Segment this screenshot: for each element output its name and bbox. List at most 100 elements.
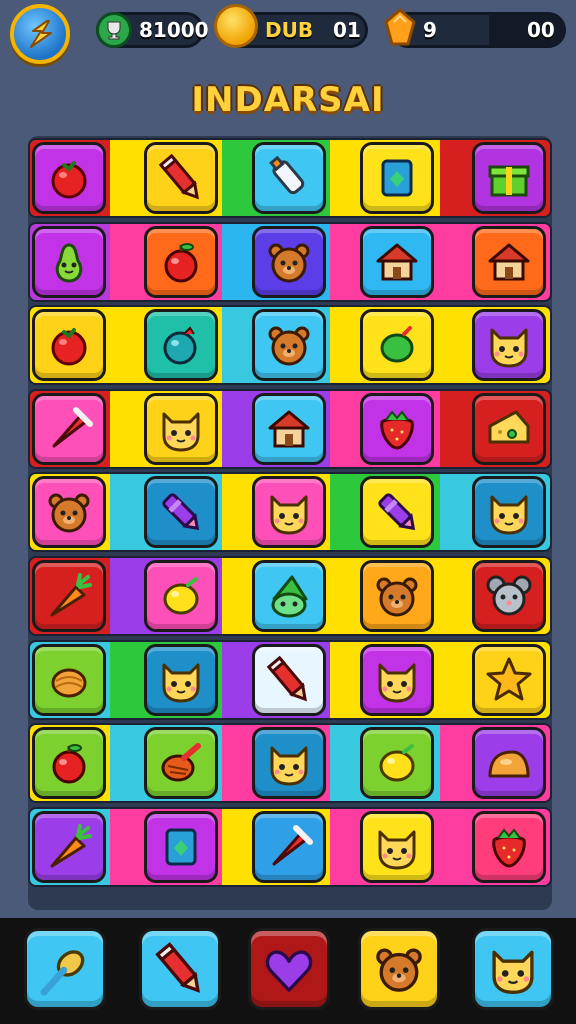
- trophy-icon: [96, 12, 132, 48]
- game-tile[interactable]: [252, 727, 326, 799]
- board-row: [28, 807, 552, 887]
- game-tile[interactable]: [252, 560, 326, 632]
- crayon-icon: [378, 493, 416, 531]
- game-tile[interactable]: [252, 309, 326, 381]
- game-tile[interactable]: [360, 811, 434, 883]
- game-tile[interactable]: [472, 560, 546, 632]
- pear-icon: [55, 243, 83, 283]
- game-tile[interactable]: [144, 727, 218, 799]
- game-tile[interactable]: [144, 226, 218, 298]
- cat-icon: [378, 663, 416, 703]
- cone-icon: [52, 407, 93, 448]
- game-tile[interactable]: [252, 226, 326, 298]
- bear-icon: [48, 493, 90, 533]
- box-icon: [165, 828, 197, 866]
- apple-icon: [164, 243, 198, 283]
- cheese-icon: [488, 410, 530, 444]
- heart-icon: [265, 950, 313, 992]
- game-tile[interactable]: [32, 560, 106, 632]
- tomato-icon: [51, 328, 87, 366]
- gem-value: 9: [423, 18, 437, 42]
- game-tile[interactable]: [144, 644, 218, 716]
- game-tile[interactable]: [472, 644, 546, 716]
- pencil-icon: [158, 153, 199, 200]
- game-tile[interactable]: [144, 560, 218, 632]
- game-tile[interactable]: [144, 142, 218, 214]
- cat-icon: [490, 495, 528, 535]
- game-tile[interactable]: [32, 811, 106, 883]
- game-tile[interactable]: [472, 309, 546, 381]
- gem-icon: [380, 8, 420, 48]
- bottom-dock: [0, 918, 576, 1024]
- game-tile[interactable]: [144, 811, 218, 883]
- game-tile[interactable]: [360, 644, 434, 716]
- crayon-icon: [162, 493, 200, 531]
- game-tile[interactable]: [252, 142, 326, 214]
- back-button[interactable]: [10, 4, 70, 64]
- back-arrow-icon: [30, 20, 52, 48]
- game-tile[interactable]: [252, 644, 326, 716]
- house-icon: [488, 243, 530, 281]
- game-tile[interactable]: [252, 476, 326, 548]
- board-row: [28, 138, 552, 218]
- game-tile[interactable]: [32, 727, 106, 799]
- carrot-icon: [50, 824, 92, 868]
- score-value: 81000: [139, 18, 209, 42]
- dock-button-spoon[interactable]: [24, 928, 106, 1010]
- gift-icon: [488, 165, 530, 197]
- house-icon: [376, 243, 418, 281]
- game-tile[interactable]: [32, 142, 106, 214]
- board-row: [28, 640, 552, 720]
- game-tile[interactable]: [360, 560, 434, 632]
- star-icon: [486, 657, 532, 701]
- bottle-icon: [269, 155, 305, 195]
- strawberry-icon: [492, 828, 526, 868]
- game-tile[interactable]: [144, 309, 218, 381]
- game-tile[interactable]: [32, 393, 106, 465]
- page-title: INDARSAI: [191, 80, 385, 120]
- game-tile[interactable]: [472, 393, 546, 465]
- lime-icon: [380, 326, 414, 363]
- cat-icon: [270, 495, 308, 535]
- house-icon: [268, 410, 310, 448]
- game-tile[interactable]: [360, 309, 434, 381]
- game-tile[interactable]: [360, 142, 434, 214]
- carrot-icon: [50, 573, 92, 617]
- game-tile[interactable]: [360, 393, 434, 465]
- gnome-icon: [271, 575, 308, 618]
- apple-icon: [52, 744, 86, 784]
- nut-icon: [51, 668, 87, 698]
- game-tile[interactable]: [472, 226, 546, 298]
- game-tile[interactable]: [472, 142, 546, 214]
- game-tile[interactable]: [472, 476, 546, 548]
- board-row: [28, 305, 552, 385]
- mouse-icon: [486, 575, 532, 616]
- top-hud: 81000 DUB 01 9 00: [0, 0, 576, 70]
- game-tile[interactable]: [472, 811, 546, 883]
- game-tile[interactable]: [144, 476, 218, 548]
- game-tile[interactable]: [360, 226, 434, 298]
- cat-icon: [490, 328, 528, 368]
- game-tile[interactable]: [360, 727, 434, 799]
- bear-icon: [268, 243, 310, 283]
- game-tile[interactable]: [252, 393, 326, 465]
- dock-button-heart[interactable]: [248, 928, 330, 1010]
- spoon-icon: [40, 950, 85, 996]
- dock-button-bear[interactable]: [358, 928, 440, 1010]
- coin-label: DUB: [265, 18, 314, 42]
- game-tile[interactable]: [472, 727, 546, 799]
- board-row: [28, 222, 552, 302]
- game-tile[interactable]: [32, 476, 106, 548]
- game-tile[interactable]: [32, 309, 106, 381]
- game-tile[interactable]: [252, 811, 326, 883]
- game-tile[interactable]: [32, 226, 106, 298]
- game-tile[interactable]: [32, 644, 106, 716]
- board-row: [28, 389, 552, 469]
- coin-value: 01: [333, 18, 361, 42]
- top-icon: [161, 743, 201, 782]
- dock-button-pencil[interactable]: [139, 928, 221, 1010]
- dock-button-cat[interactable]: [472, 928, 554, 1010]
- cat-icon: [270, 746, 308, 786]
- game-tile[interactable]: [144, 393, 218, 465]
- game-tile[interactable]: [360, 476, 434, 548]
